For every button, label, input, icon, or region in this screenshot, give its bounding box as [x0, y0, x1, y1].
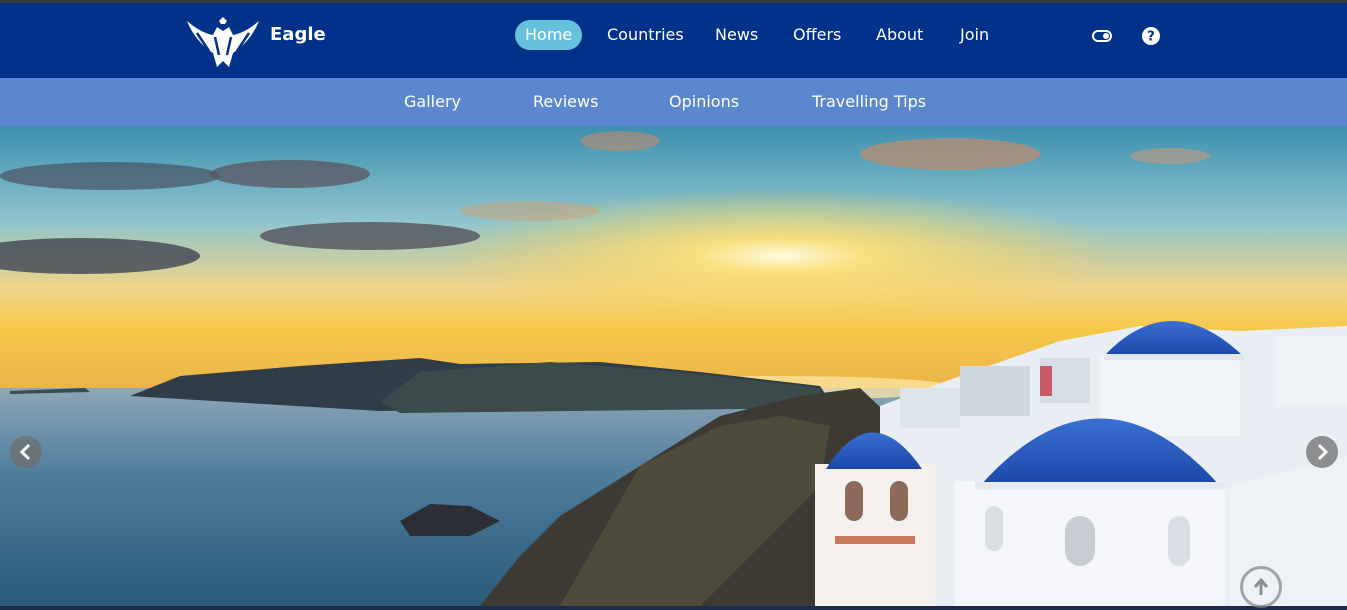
secondary-nav: Gallery Reviews Opinions Travelling Tips	[0, 78, 1347, 126]
brand-name[interactable]: Eagle	[270, 24, 326, 45]
carousel-prev-button[interactable]	[10, 436, 42, 468]
nav-item-about[interactable]: About	[876, 20, 923, 50]
subnav-item-gallery[interactable]: Gallery	[404, 92, 461, 111]
nav-item-home[interactable]: Home	[515, 20, 583, 50]
svg-text:?: ?	[1147, 30, 1155, 45]
theme-toggle-icon[interactable]	[1091, 25, 1113, 47]
scroll-to-top-icon	[1253, 577, 1269, 595]
subnav-item-opinions[interactable]: Opinions	[669, 92, 739, 111]
nav-item-countries[interactable]: Countries	[607, 20, 684, 50]
chevron-right-icon	[1317, 443, 1329, 461]
subnav-item-travelling-tips[interactable]: Travelling Tips	[812, 92, 926, 111]
chevron-left-icon	[19, 443, 31, 461]
eagle-logo-icon[interactable]	[185, 11, 261, 71]
subnav-item-reviews[interactable]: Reviews	[533, 92, 598, 111]
nav-item-offers[interactable]: Offers	[793, 20, 841, 50]
scroll-to-top-button[interactable]	[1240, 566, 1282, 608]
nav-item-news[interactable]: News	[715, 20, 758, 50]
carousel-next-button[interactable]	[1306, 436, 1338, 468]
nav-item-join[interactable]: Join	[960, 20, 989, 50]
main-navbar: Eagle Home Countries News Offers About J…	[0, 3, 1347, 78]
help-icon[interactable]: ?	[1140, 25, 1162, 47]
santorini-sunset-image	[0, 126, 1347, 606]
hero-carousel	[0, 126, 1347, 606]
